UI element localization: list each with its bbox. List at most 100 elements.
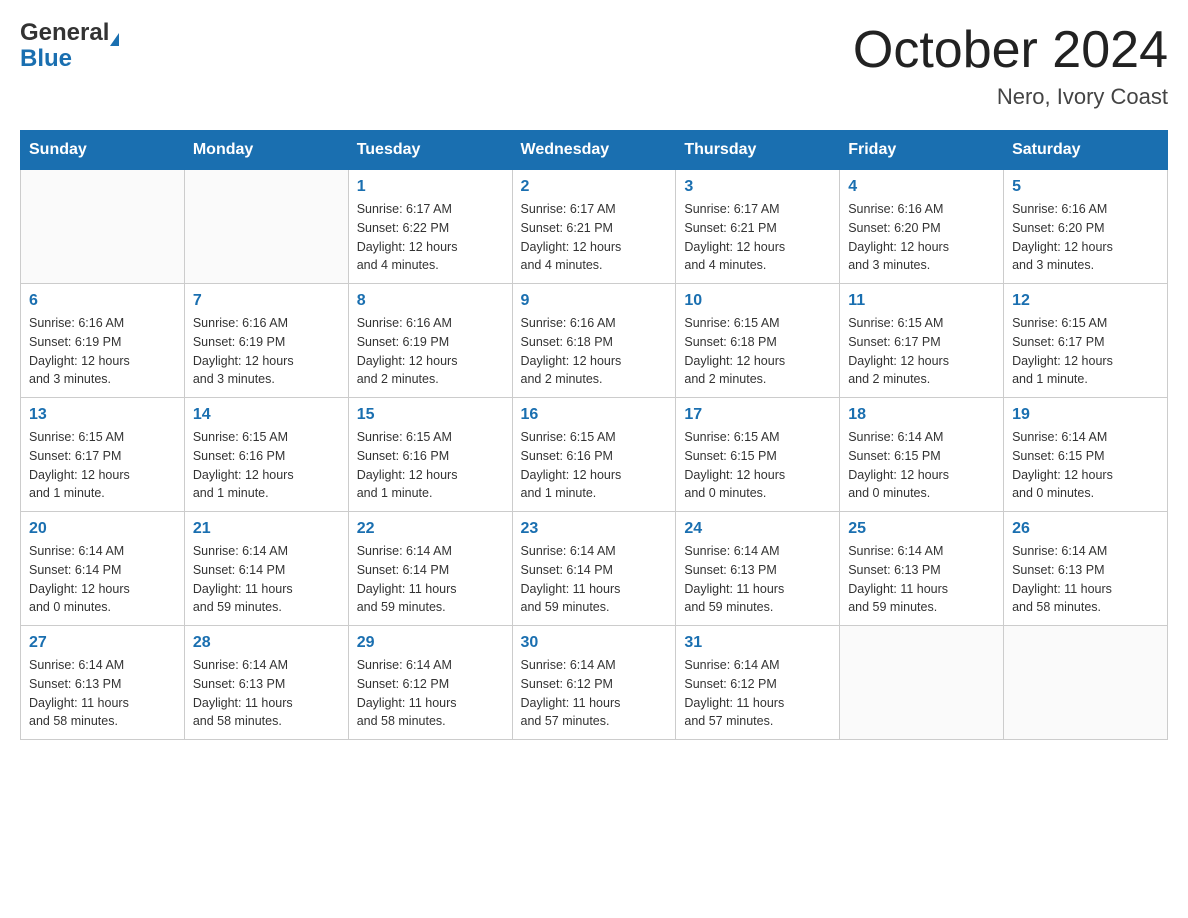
calendar-header-row: SundayMondayTuesdayWednesdayThursdayFrid… <box>21 131 1168 170</box>
calendar-cell: 20 Sunrise: 6:14 AMSunset: 6:14 PMDayligh… <box>21 512 185 626</box>
day-number: 26 <box>1012 520 1159 538</box>
day-info: Sunrise: 6:17 AMSunset: 6:21 PMDaylight:… <box>684 200 831 275</box>
day-info: Sunrise: 6:14 AMSunset: 6:13 PMDaylight:… <box>29 656 176 731</box>
day-number: 5 <box>1012 178 1159 196</box>
calendar-cell: 18 Sunrise: 6:14 AMSunset: 6:15 PMDayligh… <box>840 398 1004 512</box>
day-info: Sunrise: 6:17 AMSunset: 6:21 PMDaylight:… <box>521 200 668 275</box>
calendar-cell: 21 Sunrise: 6:14 AMSunset: 6:14 PMDayligh… <box>184 512 348 626</box>
day-number: 7 <box>193 292 340 310</box>
day-number: 8 <box>357 292 504 310</box>
calendar-cell <box>840 626 1004 740</box>
day-info: Sunrise: 6:15 AMSunset: 6:17 PMDaylight:… <box>848 314 995 389</box>
day-info: Sunrise: 6:14 AMSunset: 6:14 PMDaylight:… <box>193 542 340 617</box>
day-number: 31 <box>684 634 831 652</box>
calendar-cell: 25 Sunrise: 6:14 AMSunset: 6:13 PMDayligh… <box>840 512 1004 626</box>
day-info: Sunrise: 6:14 AMSunset: 6:15 PMDaylight:… <box>1012 428 1159 503</box>
day-info: Sunrise: 6:14 AMSunset: 6:12 PMDaylight:… <box>684 656 831 731</box>
day-info: Sunrise: 6:14 AMSunset: 6:13 PMDaylight:… <box>684 542 831 617</box>
day-info: Sunrise: 6:15 AMSunset: 6:16 PMDaylight:… <box>521 428 668 503</box>
calendar-cell: 23 Sunrise: 6:14 AMSunset: 6:14 PMDayligh… <box>512 512 676 626</box>
calendar-cell: 6 Sunrise: 6:16 AMSunset: 6:19 PMDaylight… <box>21 284 185 398</box>
calendar-cell: 24 Sunrise: 6:14 AMSunset: 6:13 PMDayligh… <box>676 512 840 626</box>
day-info: Sunrise: 6:15 AMSunset: 6:17 PMDaylight:… <box>1012 314 1159 389</box>
calendar-cell: 28 Sunrise: 6:14 AMSunset: 6:13 PMDayligh… <box>184 626 348 740</box>
logo-triangle-icon <box>110 33 119 46</box>
day-info: Sunrise: 6:16 AMSunset: 6:20 PMDaylight:… <box>848 200 995 275</box>
calendar-cell: 30 Sunrise: 6:14 AMSunset: 6:12 PMDayligh… <box>512 626 676 740</box>
calendar-cell: 22Sunrise: 6:14 AMSunset: 6:14 PMDayligh… <box>348 512 512 626</box>
day-number: 14 <box>193 406 340 424</box>
day-number: 20 <box>29 520 176 538</box>
calendar-cell: 14 Sunrise: 6:15 AMSunset: 6:16 PMDayligh… <box>184 398 348 512</box>
day-info: Sunrise: 6:14 AMSunset: 6:12 PMDaylight:… <box>521 656 668 731</box>
day-info: Sunrise: 6:16 AMSunset: 6:18 PMDaylight:… <box>521 314 668 389</box>
day-info: Sunrise: 6:15 AMSunset: 6:16 PMDaylight:… <box>193 428 340 503</box>
calendar-cell: 16 Sunrise: 6:15 AMSunset: 6:16 PMDayligh… <box>512 398 676 512</box>
day-number: 27 <box>29 634 176 652</box>
header-day-sunday: Sunday <box>21 131 185 170</box>
header-day-wednesday: Wednesday <box>512 131 676 170</box>
header-day-saturday: Saturday <box>1004 131 1168 170</box>
calendar-cell: 15Sunrise: 6:15 AMSunset: 6:16 PMDayligh… <box>348 398 512 512</box>
day-number: 12 <box>1012 292 1159 310</box>
calendar-cell: 1Sunrise: 6:17 AMSunset: 6:22 PMDaylight… <box>348 170 512 284</box>
day-number: 2 <box>521 178 668 196</box>
calendar-cell <box>184 170 348 284</box>
calendar-cell <box>21 170 185 284</box>
calendar-cell: 8Sunrise: 6:16 AMSunset: 6:19 PMDaylight… <box>348 284 512 398</box>
day-number: 23 <box>521 520 668 538</box>
day-number: 16 <box>521 406 668 424</box>
day-number: 9 <box>521 292 668 310</box>
calendar-cell: 17Sunrise: 6:15 AMSunset: 6:15 PMDayligh… <box>676 398 840 512</box>
header-day-friday: Friday <box>840 131 1004 170</box>
day-info: Sunrise: 6:14 AMSunset: 6:13 PMDaylight:… <box>848 542 995 617</box>
day-info: Sunrise: 6:15 AMSunset: 6:18 PMDaylight:… <box>684 314 831 389</box>
header-day-thursday: Thursday <box>676 131 840 170</box>
day-number: 1 <box>357 178 504 196</box>
calendar-cell: 26 Sunrise: 6:14 AMSunset: 6:13 PMDayligh… <box>1004 512 1168 626</box>
day-number: 29 <box>357 634 504 652</box>
day-number: 13 <box>29 406 176 424</box>
day-number: 21 <box>193 520 340 538</box>
day-info: Sunrise: 6:15 AMSunset: 6:17 PMDaylight:… <box>29 428 176 503</box>
day-number: 11 <box>848 292 995 310</box>
logo-general: General <box>20 20 119 46</box>
header-day-tuesday: Tuesday <box>348 131 512 170</box>
calendar-week-row: 27 Sunrise: 6:14 AMSunset: 6:13 PMDayligh… <box>21 626 1168 740</box>
day-number: 10 <box>684 292 831 310</box>
calendar-week-row: 20 Sunrise: 6:14 AMSunset: 6:14 PMDayligh… <box>21 512 1168 626</box>
day-info: Sunrise: 6:16 AMSunset: 6:19 PMDaylight:… <box>29 314 176 389</box>
day-info: Sunrise: 6:14 AMSunset: 6:14 PMDaylight:… <box>29 542 176 617</box>
calendar-cell: 4 Sunrise: 6:16 AMSunset: 6:20 PMDaylight… <box>840 170 1004 284</box>
day-info: Sunrise: 6:15 AMSunset: 6:15 PMDaylight:… <box>684 428 831 503</box>
calendar-cell: 31 Sunrise: 6:14 AMSunset: 6:12 PMDayligh… <box>676 626 840 740</box>
calendar-cell: 11 Sunrise: 6:15 AMSunset: 6:17 PMDayligh… <box>840 284 1004 398</box>
day-number: 4 <box>848 178 995 196</box>
calendar-cell: 12 Sunrise: 6:15 AMSunset: 6:17 PMDayligh… <box>1004 284 1168 398</box>
calendar-cell: 2 Sunrise: 6:17 AMSunset: 6:21 PMDaylight… <box>512 170 676 284</box>
day-number: 25 <box>848 520 995 538</box>
calendar-week-row: 6 Sunrise: 6:16 AMSunset: 6:19 PMDaylight… <box>21 284 1168 398</box>
day-info: Sunrise: 6:16 AMSunset: 6:20 PMDaylight:… <box>1012 200 1159 275</box>
calendar-cell: 29Sunrise: 6:14 AMSunset: 6:12 PMDayligh… <box>348 626 512 740</box>
calendar-cell: 27 Sunrise: 6:14 AMSunset: 6:13 PMDayligh… <box>21 626 185 740</box>
day-info: Sunrise: 6:15 AMSunset: 6:16 PMDaylight:… <box>357 428 504 503</box>
logo-blue: Blue <box>20 46 119 72</box>
day-info: Sunrise: 6:14 AMSunset: 6:13 PMDaylight:… <box>193 656 340 731</box>
day-number: 3 <box>684 178 831 196</box>
day-number: 24 <box>684 520 831 538</box>
day-info: Sunrise: 6:14 AMSunset: 6:14 PMDaylight:… <box>521 542 668 617</box>
day-info: Sunrise: 6:14 AMSunset: 6:15 PMDaylight:… <box>848 428 995 503</box>
calendar-week-row: 13 Sunrise: 6:15 AMSunset: 6:17 PMDayligh… <box>21 398 1168 512</box>
day-number: 30 <box>521 634 668 652</box>
day-number: 6 <box>29 292 176 310</box>
title-section: October 2024 Nero, Ivory Coast <box>853 20 1168 110</box>
day-number: 19 <box>1012 406 1159 424</box>
day-number: 28 <box>193 634 340 652</box>
day-info: Sunrise: 6:14 AMSunset: 6:13 PMDaylight:… <box>1012 542 1159 617</box>
day-number: 18 <box>848 406 995 424</box>
calendar-cell: 5 Sunrise: 6:16 AMSunset: 6:20 PMDaylight… <box>1004 170 1168 284</box>
calendar-table: SundayMondayTuesdayWednesdayThursdayFrid… <box>20 130 1168 740</box>
page-header: General Blue October 2024 Nero, Ivory Co… <box>20 20 1168 110</box>
calendar-cell: 10 Sunrise: 6:15 AMSunset: 6:18 PMDayligh… <box>676 284 840 398</box>
